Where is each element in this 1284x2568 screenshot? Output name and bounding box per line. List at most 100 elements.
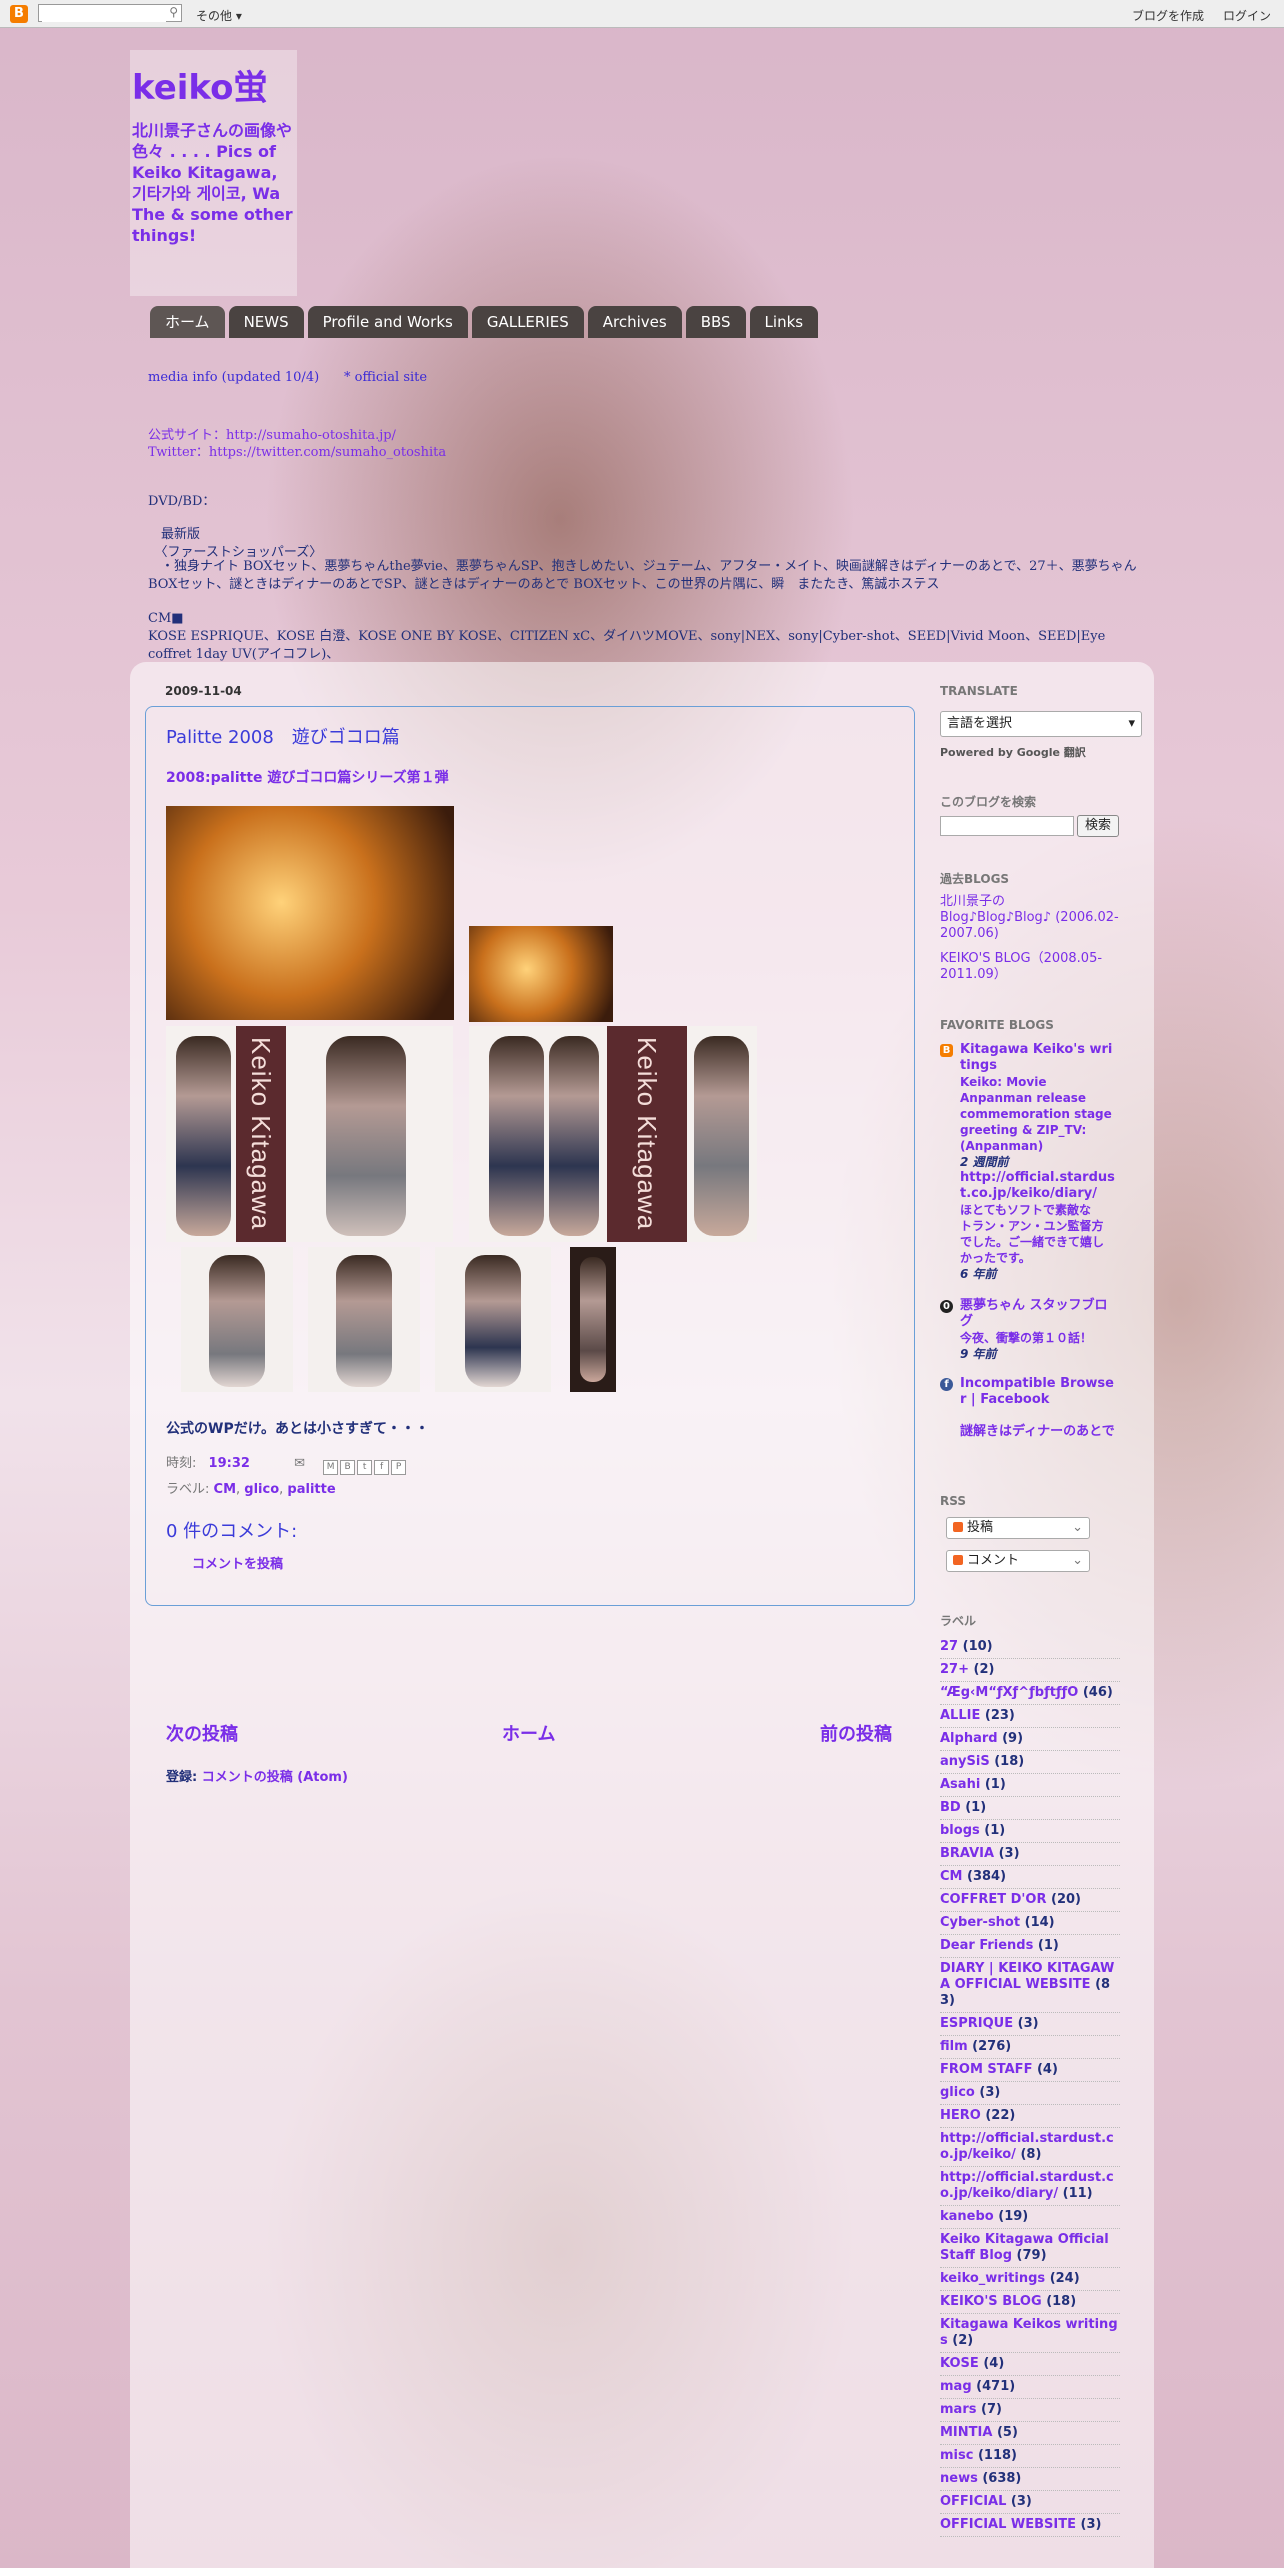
label-link[interactable]: ALLIE: [940, 1708, 980, 1723]
blogger-logo-icon[interactable]: B: [10, 5, 28, 23]
tab-links[interactable]: Links: [749, 306, 819, 338]
label-link[interactable]: misc: [940, 2448, 973, 2463]
label-link[interactable]: Alphard: [940, 1731, 998, 1746]
label-list-item: OFFICIAL WEBSITE (3): [940, 2514, 1120, 2537]
favorite-blog-item: 謎解きはディナーのあとで: [940, 1424, 1115, 1440]
home-link[interactable]: ホーム: [502, 1720, 555, 1746]
wallpaper-photo-2[interactable]: Keiko Kitagawa: [469, 1026, 757, 1242]
email-post-icon[interactable]: ✉: [294, 1456, 305, 1471]
thumb-photo-3[interactable]: [435, 1247, 551, 1392]
label-link[interactable]: CM: [940, 1869, 962, 1884]
twitter-label: Twitter：: [148, 445, 209, 460]
label-link[interactable]: KOSE: [940, 2356, 979, 2371]
label-link[interactable]: blogs: [940, 1823, 980, 1838]
label-link[interactable]: DIARY | KEIKO KITAGAWA OFFICIAL WEBSITE: [940, 1961, 1114, 1992]
carousel-photo-large[interactable]: [166, 806, 454, 1020]
label-link[interactable]: mars: [940, 2402, 976, 2417]
post-label-link[interactable]: CM: [214, 1482, 236, 1497]
wallpaper-photo-1[interactable]: Keiko Kitagawa: [166, 1026, 453, 1242]
media-info-link[interactable]: media info (updated 10/4): [148, 370, 319, 385]
label-link[interactable]: news: [940, 2471, 978, 2486]
label-list-item: BRAVIA (3): [940, 1843, 1120, 1866]
blogthis-icon[interactable]: B: [340, 1460, 356, 1475]
label-link[interactable]: KEIKO'S BLOG: [940, 2294, 1042, 2309]
tab-galleries[interactable]: GALLERIES: [471, 306, 584, 338]
carousel-photo-small[interactable]: [469, 926, 613, 1022]
tab-archives[interactable]: Archives: [587, 306, 682, 338]
label-link[interactable]: COFFRET D'OR: [940, 1892, 1046, 1907]
favorite-blog-title[interactable]: Incompatible Browser | Facebook: [960, 1376, 1115, 1408]
label-link[interactable]: kanebo: [940, 2209, 994, 2224]
post-comment-link[interactable]: コメントを投稿: [192, 1553, 283, 1572]
favorite-blog-snippet-prefix[interactable]: ほとてもソフトで素敵な: [960, 1202, 1115, 1218]
thumb-photo-2[interactable]: [308, 1247, 420, 1392]
navbar-more-menu[interactable]: その他 ▾: [196, 7, 242, 24]
post-subtitle: 2008:palitte 遊びゴコロ篇シリーズ第１弾: [166, 770, 449, 786]
twitter-link[interactable]: https://twitter.com/sumaho_otoshita: [209, 445, 446, 460]
label-link[interactable]: BRAVIA: [940, 1846, 994, 1861]
label-link[interactable]: HERO: [940, 2108, 981, 2123]
language-select-value: 言語を選択: [947, 716, 1013, 731]
label-link[interactable]: glico: [940, 2085, 975, 2100]
label-link[interactable]: MINTIA: [940, 2425, 992, 2440]
tab-bbs[interactable]: BBS: [685, 306, 746, 338]
search-button[interactable]: 検索: [1077, 815, 1119, 837]
post-time-link[interactable]: 19:32: [209, 1456, 250, 1471]
post-title[interactable]: Palitte 2008 遊びゴコロ篇: [166, 723, 400, 749]
atom-feed-link[interactable]: コメントの投稿 (Atom): [202, 1770, 348, 1785]
favorite-blog-title[interactable]: 謎解きはディナーのあとで: [960, 1424, 1115, 1440]
label-link[interactable]: keiko_writings: [940, 2271, 1045, 2286]
label-link[interactable]: Asahi: [940, 1777, 980, 1792]
login-link[interactable]: ログイン: [1223, 7, 1271, 24]
navbar-search[interactable]: ⚲: [38, 4, 182, 22]
label-link[interactable]: Dear Friends: [940, 1938, 1033, 1953]
navbar-search-input[interactable]: [42, 6, 166, 22]
create-blog-link[interactable]: ブログを作成: [1132, 7, 1204, 24]
email-share-icon[interactable]: M: [323, 1460, 339, 1475]
blog-title[interactable]: keiko蛍: [132, 70, 295, 106]
label-link[interactable]: anySiS: [940, 1754, 990, 1769]
thumb-photo-4[interactable]: [570, 1247, 616, 1392]
facebook-share-icon[interactable]: f: [374, 1460, 390, 1475]
favorite-blog-snippet[interactable]: Keiko: Movie Anpanman release commemorat…: [960, 1074, 1115, 1154]
language-select[interactable]: 言語を選択 ▾: [940, 711, 1142, 737]
past-blog-link[interactable]: KEIKO'S BLOG（2008.05-2011.09）: [940, 951, 1120, 983]
label-link[interactable]: 27: [940, 1639, 958, 1654]
label-list-item: mag (471): [940, 2376, 1120, 2399]
label-link[interactable]: “Æ̃g‹M“ƒXƒ^ƒbƒtƒƒO: [940, 1685, 1078, 1700]
post-label-link[interactable]: palitte: [287, 1482, 335, 1497]
powered-by-google[interactable]: Powered by Google 翻訳: [940, 744, 1086, 760]
label-link[interactable]: OFFICIAL WEBSITE: [940, 2517, 1076, 2532]
favorite-blog-title[interactable]: 悪夢ちゃん スタッフブログ: [960, 1298, 1115, 1330]
label-link[interactable]: OFFICIAL: [940, 2494, 1006, 2509]
label-link[interactable]: 27+: [940, 1662, 969, 1677]
label-link[interactable]: mag: [940, 2379, 972, 2394]
past-blogs-heading: 過去BLOGS: [940, 872, 1010, 886]
thumb-photo-1[interactable]: [181, 1247, 293, 1392]
newer-post-link[interactable]: 次の投稿: [166, 1720, 238, 1746]
tab-home[interactable]: ホーム: [150, 306, 225, 338]
older-post-link[interactable]: 前の投稿: [820, 1720, 892, 1746]
favorite-blog-time: 2 週間前: [960, 1155, 1009, 1169]
favorite-blog-snippet[interactable]: 今夜、衝撃の第１０話！: [960, 1330, 1115, 1346]
label-link[interactable]: film: [940, 2039, 968, 2054]
official-site-link[interactable]: * official site: [344, 370, 427, 385]
favorite-blog-snippet[interactable]: トラン・アン・ユン監督方でした。ご一緒できて嬉しかったです。: [960, 1218, 1115, 1266]
tab-profile-and-works[interactable]: Profile and Works: [307, 306, 468, 338]
search-icon[interactable]: ⚲: [169, 5, 178, 19]
tab-news[interactable]: NEWS: [228, 306, 304, 338]
rss-posts-dropdown[interactable]: 投稿 ⌄: [946, 1517, 1090, 1539]
favorite-blog-title[interactable]: http://official.stardust.co.jp/keiko/dia…: [960, 1170, 1115, 1202]
twitter-share-icon[interactable]: t: [357, 1460, 373, 1475]
past-blog-link[interactable]: 北川景子の Blog♪Blog♪Blog♪ (2006.02-2007.06): [940, 894, 1120, 942]
post-label-link[interactable]: glico: [244, 1482, 279, 1497]
label-link[interactable]: Cyber-shot: [940, 1915, 1020, 1930]
label-link[interactable]: BD: [940, 1800, 961, 1815]
post-footer-labels: ラベル: CM, glico, palitte: [166, 1482, 336, 1497]
label-link[interactable]: ESPRIQUE: [940, 2016, 1013, 2031]
favorite-blog-title[interactable]: Kitagawa Keiko's writings: [960, 1042, 1115, 1074]
label-link[interactable]: FROM STAFF: [940, 2062, 1032, 2077]
pinterest-share-icon[interactable]: P: [391, 1460, 407, 1475]
blog-search-input[interactable]: [940, 816, 1074, 836]
rss-comments-dropdown[interactable]: コメント ⌄: [946, 1550, 1090, 1572]
